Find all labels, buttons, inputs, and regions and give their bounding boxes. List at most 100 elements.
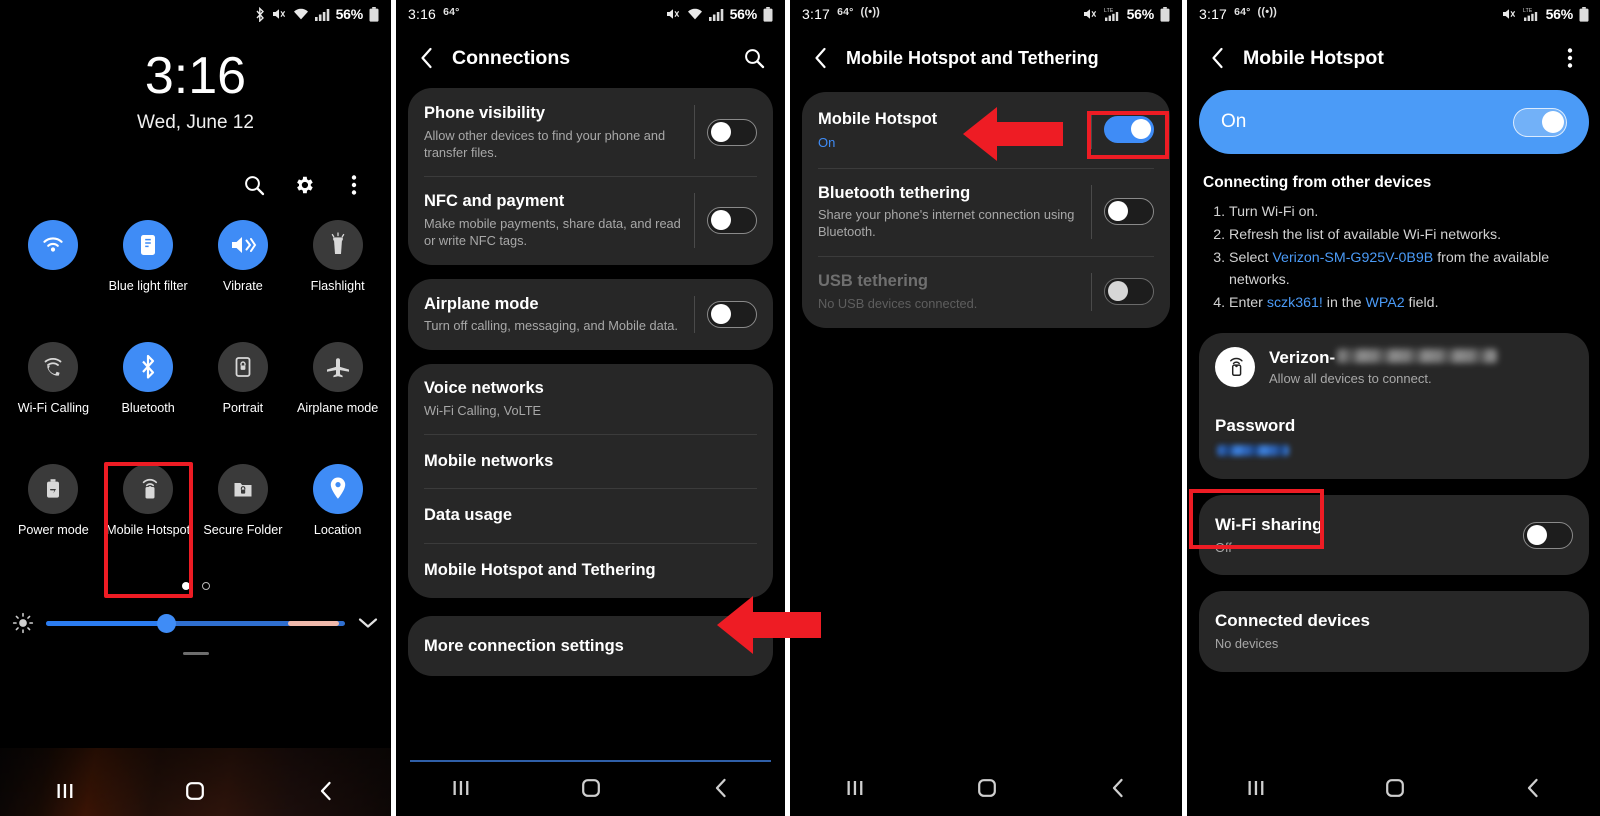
network-name-redacted: [1337, 349, 1498, 363]
search-icon[interactable]: [241, 172, 267, 198]
home-icon[interactable]: [580, 777, 602, 804]
tile-airplane-mode[interactable]: Airplane mode: [290, 336, 385, 454]
row-nfc-and-payment[interactable]: NFC and payment Make mobile payments, sh…: [408, 176, 773, 264]
brightness-knob[interactable]: [156, 613, 176, 633]
app-bar: Connections: [396, 28, 785, 88]
status-temperature: 64°: [837, 6, 854, 18]
tile-wifi[interactable]: [6, 214, 101, 332]
row-subtitle: No USB devices connected.: [818, 295, 978, 311]
recents-icon[interactable]: [42, 768, 88, 814]
status-time: 3:17: [802, 6, 831, 22]
gear-icon[interactable]: [291, 172, 317, 198]
recents-icon[interactable]: [451, 778, 471, 803]
row-data-usage[interactable]: Data usage: [408, 488, 773, 543]
toggle-nfc-and-payment[interactable]: [707, 207, 757, 235]
home-icon[interactable]: [1384, 777, 1406, 804]
network-name-link[interactable]: Verizon-SM-G925V-0B9B: [1272, 250, 1433, 266]
recents-icon[interactable]: [1246, 778, 1266, 803]
tile-portrait[interactable]: Portrait: [196, 336, 291, 454]
screen-rotation-lock-icon: [217, 342, 268, 392]
toggle-mobile-hotspot[interactable]: [1104, 116, 1154, 144]
row-password[interactable]: Password: [1199, 401, 1589, 479]
vibrate-icon: [217, 220, 268, 270]
instruction-step-1: Turn Wi-Fi on.: [1229, 201, 1585, 223]
toggle-phone-visibility[interactable]: [707, 118, 757, 146]
row-title: NFC and payment: [424, 192, 565, 211]
home-icon[interactable]: [976, 777, 998, 804]
row-voice-networks[interactable]: Voice networks Wi-Fi Calling, VoLTE: [408, 364, 773, 434]
svg-text:LTE: LTE: [1523, 8, 1533, 14]
row-wifi-sharing[interactable]: Wi-Fi sharing Off: [1199, 495, 1589, 575]
screenshot-stage: 56% 3:16 Wed, June 12 Blue light filter: [0, 0, 1600, 816]
back-icon[interactable]: [1524, 777, 1542, 804]
tile-wifi-calling[interactable]: Wi-Fi Calling: [6, 336, 101, 454]
tile-power-mode[interactable]: Power mode: [6, 458, 101, 576]
row-title: Bluetooth tethering: [818, 183, 971, 202]
step-text: Refresh the list of available Wi-Fi netw…: [1229, 227, 1502, 243]
master-switch-mobile-hotspot[interactable]: On: [1199, 90, 1589, 154]
back-arrow-icon[interactable]: [410, 41, 444, 75]
row-subtitle: Off: [1215, 539, 1232, 555]
recents-icon[interactable]: [845, 778, 865, 803]
home-icon[interactable]: [172, 768, 218, 814]
more-vertical-icon[interactable]: [1553, 41, 1587, 75]
tile-label: Vibrate: [223, 279, 263, 293]
brightness-track[interactable]: [46, 613, 345, 633]
tile-label: Wi-Fi Calling: [17, 401, 90, 415]
wifi-calling-icon: [28, 342, 79, 392]
toggle-bluetooth-tethering[interactable]: [1104, 198, 1154, 226]
tile-bluetooth[interactable]: Bluetooth: [101, 336, 196, 454]
row-connected-devices[interactable]: Connected devices No devices: [1199, 591, 1589, 671]
toggle-wifi-sharing[interactable]: [1523, 521, 1573, 549]
row-title: Phone visibility: [424, 104, 546, 122]
connecting-instructions: Connecting from other devices Turn Wi-Fi…: [1187, 170, 1600, 327]
tile-label: Power mode: [18, 523, 89, 537]
row-mobile-hotspot-and-tethering[interactable]: Mobile Hotspot and Tethering: [408, 543, 773, 598]
pager-dot-active[interactable]: [181, 582, 190, 590]
row-subtitle: No devices: [1215, 635, 1279, 651]
callout-arrow-mobile-hotspot-row: [963, 105, 1063, 163]
password-link[interactable]: sczk361!: [1267, 295, 1323, 311]
panel-handle[interactable]: [182, 652, 209, 655]
nav-bar: [790, 764, 1182, 816]
secure-folder-icon: [217, 464, 268, 514]
back-arrow-icon[interactable]: [804, 41, 838, 75]
status-bar-left: 3:17 64° ((•)): [1199, 6, 1277, 22]
brightness-slider-row[interactable]: [0, 612, 391, 634]
brightness-fill: [46, 620, 166, 626]
tile-location[interactable]: Location: [290, 458, 385, 576]
chevron-down-icon[interactable]: [357, 615, 379, 631]
row-network-name[interactable]: Verizon- Allow all devices to connect.: [1199, 333, 1589, 401]
back-icon[interactable]: [1109, 777, 1127, 804]
tile-mobile-hotspot[interactable]: Mobile Hotspot: [101, 458, 196, 598]
back-icon[interactable]: [712, 777, 730, 804]
toggle-airplane-mode[interactable]: [707, 301, 757, 329]
step-text: Select: [1229, 250, 1273, 266]
more-vertical-icon[interactable]: [341, 172, 367, 198]
status-bar: 3:17 64° ((•)) LTE 56%: [1187, 0, 1600, 28]
security-type-link[interactable]: WPA2: [1365, 295, 1404, 311]
pager-dot[interactable]: [201, 582, 210, 590]
settings-group-visibility: Phone visibility Allow other devices to …: [408, 88, 773, 265]
row-bluetooth-tethering[interactable]: Bluetooth tethering Share your phone's i…: [802, 167, 1170, 256]
row-usb-tethering: USB tethering No USB devices connected.: [802, 256, 1170, 328]
tile-vibrate[interactable]: Vibrate: [196, 214, 291, 332]
mute-vibrate-icon: [1502, 7, 1517, 21]
instruction-step-3: Select Verizon-SM-G925V-0B9B from the av…: [1229, 247, 1585, 291]
search-icon[interactable]: [737, 41, 771, 75]
status-temperature: 64°: [443, 6, 460, 18]
row-phone-visibility[interactable]: Phone visibility Allow other devices to …: [408, 88, 773, 176]
quick-settings-pager[interactable]: [0, 582, 391, 590]
battery-icon: [763, 6, 773, 22]
master-switch-toggle[interactable]: [1513, 107, 1567, 137]
back-arrow-icon[interactable]: [1201, 41, 1235, 75]
tile-secure-folder[interactable]: Secure Folder: [196, 458, 291, 576]
back-icon[interactable]: [303, 768, 349, 814]
row-mobile-networks[interactable]: Mobile networks: [408, 433, 773, 489]
status-bar-right: 56%: [666, 6, 773, 22]
tile-blue-light-filter[interactable]: Blue light filter: [101, 214, 196, 332]
row-airplane-mode[interactable]: Airplane mode Turn off calling, messagin…: [408, 279, 773, 351]
row-divider: [1091, 184, 1092, 240]
tile-label: Location: [313, 523, 362, 537]
tile-flashlight[interactable]: Flashlight: [290, 214, 385, 332]
